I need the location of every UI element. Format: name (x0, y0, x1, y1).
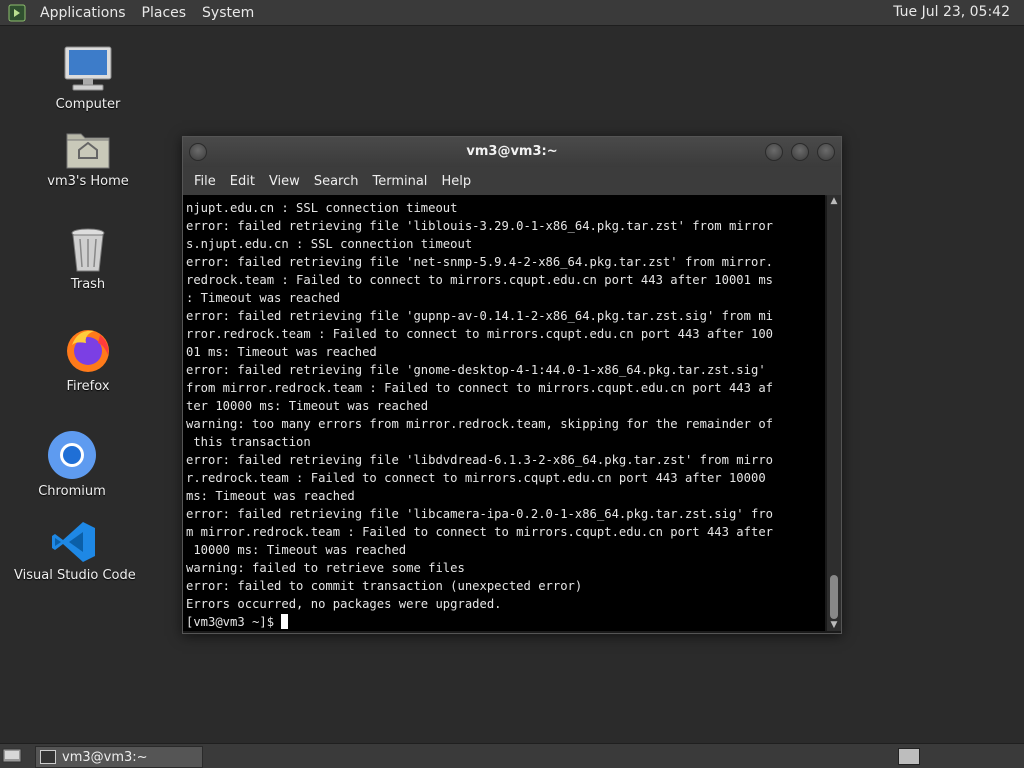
maximize-button[interactable] (791, 143, 809, 161)
terminal-line: njupt.edu.cn : SSL connection timeout (186, 201, 458, 215)
close-button[interactable] (817, 143, 835, 161)
taskbar-item-terminal[interactable]: vm3@vm3:~ (35, 746, 203, 768)
menu-applications[interactable]: Applications (32, 5, 134, 21)
terminal-line: : Timeout was reached (186, 291, 341, 305)
chromium-icon (48, 431, 96, 479)
minimize-button[interactable] (765, 143, 783, 161)
desktop-icon-label: Chromium (38, 484, 106, 499)
terminal-prompt: [vm3@vm3 ~]$ (186, 615, 282, 629)
terminal-line: warning: failed to retrieve some files (186, 561, 465, 575)
terminal-menu-bar: File Edit View Search Terminal Help (183, 167, 841, 196)
scroll-down-arrow-icon[interactable]: ▼ (827, 619, 841, 631)
trash-icon (71, 228, 105, 272)
text-cursor (281, 614, 289, 629)
workspace-switcher[interactable] (898, 748, 920, 765)
terminal-line: error: failed retrieving file 'gnome-des… (186, 363, 766, 377)
clock[interactable]: Tue Jul 23, 05:42 (893, 4, 1010, 20)
terminal-line: error: failed retrieving file 'libdvdrea… (186, 453, 773, 467)
terminal-line: s.njupt.edu.cn : SSL connection timeout (186, 237, 473, 251)
terminal-line: redrock.team : Failed to connect to mirr… (186, 273, 773, 287)
menu-search[interactable]: Search (307, 174, 366, 189)
desktop-icon-label: vm3's Home (47, 174, 129, 189)
firefox-icon (67, 330, 109, 372)
home-folder-icon (66, 133, 110, 169)
bottom-panel: vm3@vm3:~ (0, 743, 1024, 768)
menu-places[interactable]: Places (134, 5, 195, 21)
menu-edit[interactable]: Edit (223, 174, 262, 189)
terminal-line: Errors occurred, no packages were upgrad… (186, 597, 502, 611)
terminal-line: error: failed retrieving file 'liblouis-… (186, 219, 773, 233)
terminal-line: r.redrock.team : Failed to connect to mi… (186, 471, 766, 485)
terminal-line: error: failed retrieving file 'libcamera… (186, 507, 773, 521)
terminal-text: njupt.edu.cn : SSL connection timeout er… (183, 195, 825, 631)
terminal-line: 01 ms: Timeout was reached (186, 345, 377, 359)
terminal-line: ter 10000 ms: Timeout was reached (186, 399, 429, 413)
desktop-icon-computer[interactable]: Computer (48, 45, 128, 112)
terminal-window[interactable]: vm3@vm3:~ File Edit View Search Terminal… (182, 136, 842, 634)
computer-icon (64, 46, 112, 91)
show-desktop-icon[interactable] (2, 747, 22, 764)
window-title-bar[interactable]: vm3@vm3:~ (183, 137, 841, 167)
menu-terminal[interactable]: Terminal (365, 174, 434, 189)
desktop-icon-vscode[interactable]: Visual Studio Code (14, 520, 136, 583)
desktop-icon-label: Firefox (66, 379, 110, 394)
distro-logo-icon[interactable] (8, 4, 26, 22)
window-title: vm3@vm3:~ (466, 144, 558, 159)
terminal-line: this transaction (186, 435, 311, 449)
terminal-line: m mirror.redrock.team : Failed to connec… (186, 525, 773, 539)
terminal-icon (40, 750, 56, 764)
scrollbar-thumb[interactable] (830, 575, 838, 619)
menu-file[interactable]: File (187, 174, 223, 189)
menu-help[interactable]: Help (434, 174, 478, 189)
desktop-icon-label: Computer (55, 97, 121, 112)
terminal-line: from mirror.redrock.team : Failed to con… (186, 381, 773, 395)
desktop-icon-label: Visual Studio Code (14, 568, 136, 583)
vscode-icon (52, 522, 95, 562)
terminal-line: ms: Timeout was reached (186, 489, 355, 503)
menu-system[interactable]: System (194, 5, 262, 21)
desktop-icon-trash[interactable]: Trash (48, 227, 128, 292)
terminal-line: error: failed retrieving file 'gupnp-av-… (186, 309, 773, 323)
terminal-line: rror.redrock.team : Failed to connect to… (186, 327, 773, 341)
taskbar-item-label: vm3@vm3:~ (62, 749, 148, 765)
terminal-scrollbar[interactable]: ▲ ▼ (827, 195, 841, 631)
desktop-icon-firefox[interactable]: Firefox (48, 325, 128, 394)
scroll-up-arrow-icon[interactable]: ▲ (827, 195, 841, 207)
top-panel: Applications Places System Tue Jul 23, 0… (0, 0, 1024, 26)
terminal-line: error: failed to commit transaction (une… (186, 579, 583, 593)
desktop-icon-home[interactable]: vm3's Home (43, 128, 133, 189)
terminal-line: 10000 ms: Timeout was reached (186, 543, 407, 557)
terminal-line: warning: too many errors from mirror.red… (186, 417, 773, 431)
terminal-output[interactable]: njupt.edu.cn : SSL connection timeout er… (183, 195, 825, 631)
terminal-line: error: failed retrieving file 'net-snmp-… (186, 255, 773, 269)
desktop-icon-chromium[interactable]: Chromium (32, 430, 112, 499)
menu-view[interactable]: View (262, 174, 307, 189)
desktop-icon-label: Trash (70, 277, 106, 292)
